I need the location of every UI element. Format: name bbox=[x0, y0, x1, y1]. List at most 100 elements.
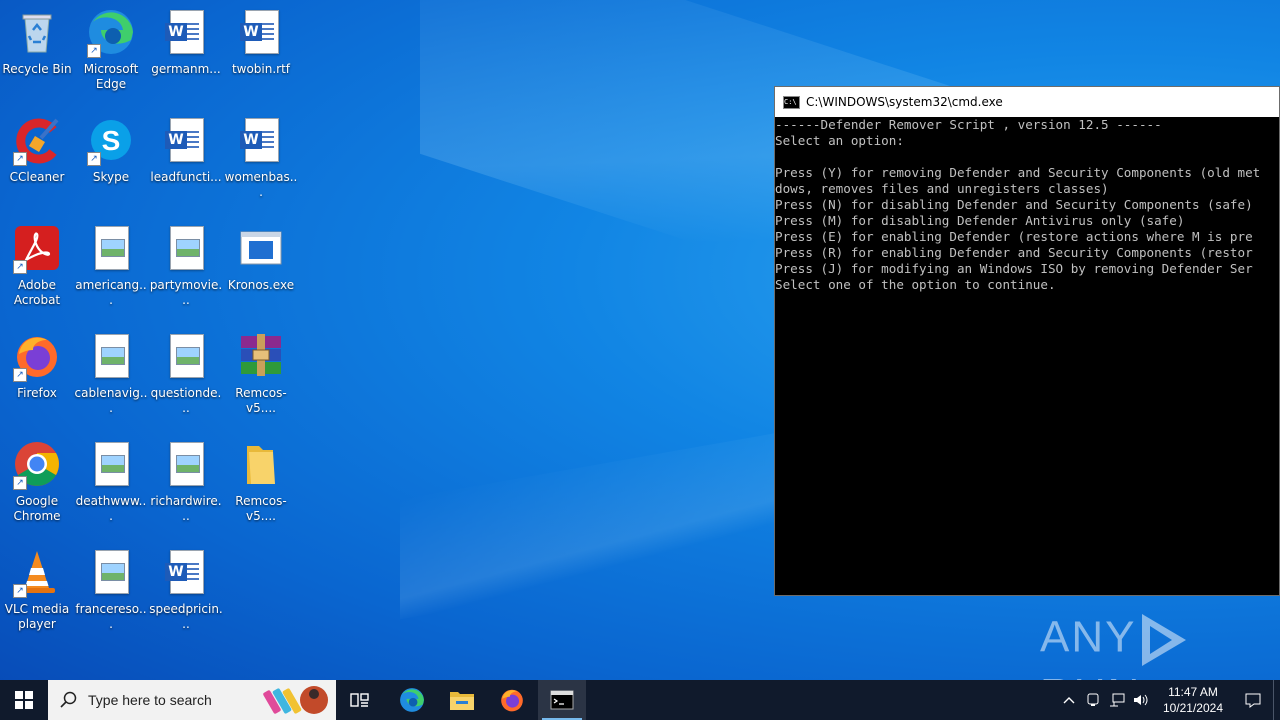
icon-label: Recycle Bin bbox=[2, 62, 72, 76]
taskbar-firefox-button[interactable] bbox=[488, 680, 536, 720]
desktop-icon-firefox[interactable]: ↗ Firefox bbox=[0, 330, 74, 430]
volume-button[interactable] bbox=[1129, 680, 1153, 720]
desktop-icon-winrar-archive[interactable]: Remcos-v5.... bbox=[224, 330, 298, 430]
desktop-icon-word-document[interactable]: W speedpricin... bbox=[149, 546, 223, 646]
icon-label: Remcos-v5.... bbox=[235, 494, 287, 523]
image-file-icon bbox=[87, 548, 135, 596]
image-file-icon bbox=[162, 440, 210, 488]
icon-label: Skype bbox=[92, 170, 130, 184]
tray-device-button[interactable] bbox=[1081, 680, 1105, 720]
word-document-icon: W bbox=[162, 548, 210, 596]
cmd-console-output[interactable]: ------Defender Remover Script , version … bbox=[775, 117, 1279, 293]
cmd-app-icon: C:\ bbox=[783, 95, 800, 109]
search-placeholder: Type here to search bbox=[88, 692, 212, 708]
taskbar-file-explorer-button[interactable] bbox=[438, 680, 486, 720]
clock-date: 10/21/2024 bbox=[1162, 701, 1223, 715]
word-document-icon: W bbox=[237, 8, 285, 56]
svg-text:S: S bbox=[102, 125, 121, 156]
icon-label: speedpricin... bbox=[149, 602, 223, 631]
icon-label: germanm... bbox=[151, 62, 221, 76]
search-box[interactable]: Type here to search bbox=[48, 680, 336, 720]
cmd-window-title: C:\WINDOWS\system32\cmd.exe bbox=[806, 95, 1003, 109]
desktop-icon-adobe-acrobat[interactable]: ↗ Adobe Acrobat bbox=[0, 222, 74, 322]
image-file-icon bbox=[162, 224, 210, 272]
desktop-icon-vlc[interactable]: ↗ VLC media player bbox=[0, 546, 74, 646]
start-button[interactable] bbox=[0, 680, 48, 720]
cmd-title-bar[interactable]: C:\ C:\WINDOWS\system32\cmd.exe bbox=[775, 87, 1279, 117]
volume-icon bbox=[1133, 694, 1148, 706]
icon-label: Firefox bbox=[17, 386, 57, 400]
shortcut-arrow-icon: ↗ bbox=[13, 584, 27, 598]
network-icon bbox=[1109, 693, 1125, 707]
taskbar-edge-button[interactable] bbox=[388, 680, 436, 720]
icon-label: questionde... bbox=[150, 386, 222, 415]
shortcut-arrow-icon: ↗ bbox=[87, 152, 101, 166]
desktop-icon-word-document[interactable]: W leadfuncti... bbox=[149, 114, 223, 214]
executable-icon bbox=[237, 224, 285, 272]
taskbar: Type here to search 11:47 AM 10/21/2024 bbox=[0, 680, 1280, 720]
winrar-archive-icon bbox=[237, 332, 285, 380]
task-view-button[interactable] bbox=[336, 680, 384, 720]
folder-icon bbox=[237, 440, 285, 488]
edge-icon: ↗ bbox=[87, 8, 135, 58]
icon-label: cablenavig... bbox=[74, 386, 148, 415]
taskbar-cmd-button[interactable] bbox=[538, 680, 586, 720]
desktop-icon-microsoft-edge[interactable]: ↗ Microsoft Edge bbox=[74, 6, 148, 106]
shortcut-arrow-icon: ↗ bbox=[13, 368, 27, 382]
desktop-icon-kronos-exe[interactable]: Kronos.exe bbox=[224, 222, 298, 322]
desktop-icon-word-document[interactable]: W germanm... bbox=[149, 6, 223, 106]
desktop-icon-recycle-bin[interactable]: Recycle Bin bbox=[0, 6, 74, 106]
desktop-icon-folder[interactable]: Remcos-v5.... bbox=[224, 438, 298, 538]
windows-logo-icon bbox=[15, 691, 33, 709]
show-hidden-icons-button[interactable] bbox=[1057, 680, 1081, 720]
icon-label: CCleaner bbox=[9, 170, 65, 184]
desktop-icon-image-file[interactable]: francereso... bbox=[74, 546, 148, 646]
file-explorer-icon bbox=[450, 692, 474, 710]
system-tray: 11:47 AM 10/21/2024 bbox=[1057, 680, 1280, 720]
icon-label: francereso... bbox=[75, 602, 147, 631]
image-file-icon bbox=[87, 332, 135, 380]
search-icon bbox=[60, 691, 77, 708]
desktop-icon-image-file[interactable]: americang... bbox=[74, 222, 148, 322]
word-document-icon: W bbox=[237, 116, 285, 164]
desktop-icon-image-file[interactable]: questionde... bbox=[149, 330, 223, 430]
image-file-icon bbox=[87, 224, 135, 272]
cmd-icon bbox=[550, 690, 574, 710]
clock[interactable]: 11:47 AM 10/21/2024 bbox=[1163, 684, 1223, 716]
vlc-cone-icon: ↗ bbox=[13, 548, 61, 598]
chrome-icon: ↗ bbox=[13, 440, 61, 490]
desktop-icon-word-document[interactable]: W womenbas... bbox=[224, 114, 298, 214]
chevron-up-icon bbox=[1063, 697, 1075, 704]
icon-label: womenbas... bbox=[224, 170, 298, 199]
icon-label: twobin.rtf bbox=[231, 62, 291, 76]
recycle-bin-icon bbox=[13, 8, 61, 56]
action-center-button[interactable] bbox=[1233, 680, 1273, 720]
desktop-icon-image-file[interactable]: deathwww... bbox=[74, 438, 148, 538]
shortcut-arrow-icon: ↗ bbox=[87, 44, 101, 58]
word-document-icon: W bbox=[162, 8, 210, 56]
icon-label: VLC media player bbox=[4, 602, 70, 631]
network-button[interactable] bbox=[1105, 680, 1129, 720]
desktop-icon-image-file[interactable]: partymovie... bbox=[149, 222, 223, 322]
adobe-acrobat-icon: ↗ bbox=[13, 224, 61, 274]
icon-label: Kronos.exe bbox=[227, 278, 295, 292]
word-document-icon: W bbox=[162, 116, 210, 164]
device-icon bbox=[1087, 693, 1099, 706]
image-file-icon bbox=[162, 332, 210, 380]
icon-label: richardwire... bbox=[150, 494, 222, 523]
edge-icon bbox=[400, 688, 424, 712]
icon-label: partymovie... bbox=[149, 278, 223, 307]
cmd-window[interactable]: C:\ C:\WINDOWS\system32\cmd.exe ------De… bbox=[774, 86, 1280, 596]
desktop-icon-google-chrome[interactable]: ↗ Google Chrome bbox=[0, 438, 74, 538]
play-triangle-icon bbox=[1142, 614, 1187, 666]
shortcut-arrow-icon: ↗ bbox=[13, 476, 27, 490]
show-desktop-button[interactable] bbox=[1273, 680, 1280, 720]
desktop-icon-skype[interactable]: S ↗ Skype bbox=[74, 114, 148, 214]
notification-icon bbox=[1245, 693, 1261, 708]
icon-label: americang... bbox=[75, 278, 147, 307]
desktop-icon-image-file[interactable]: cablenavig... bbox=[74, 330, 148, 430]
icon-label: Microsoft Edge bbox=[83, 62, 139, 91]
desktop-icon-word-document[interactable]: W twobin.rtf bbox=[224, 6, 298, 106]
desktop-icon-image-file[interactable]: richardwire... bbox=[149, 438, 223, 538]
desktop-icon-ccleaner[interactable]: ↗ CCleaner bbox=[0, 114, 74, 214]
